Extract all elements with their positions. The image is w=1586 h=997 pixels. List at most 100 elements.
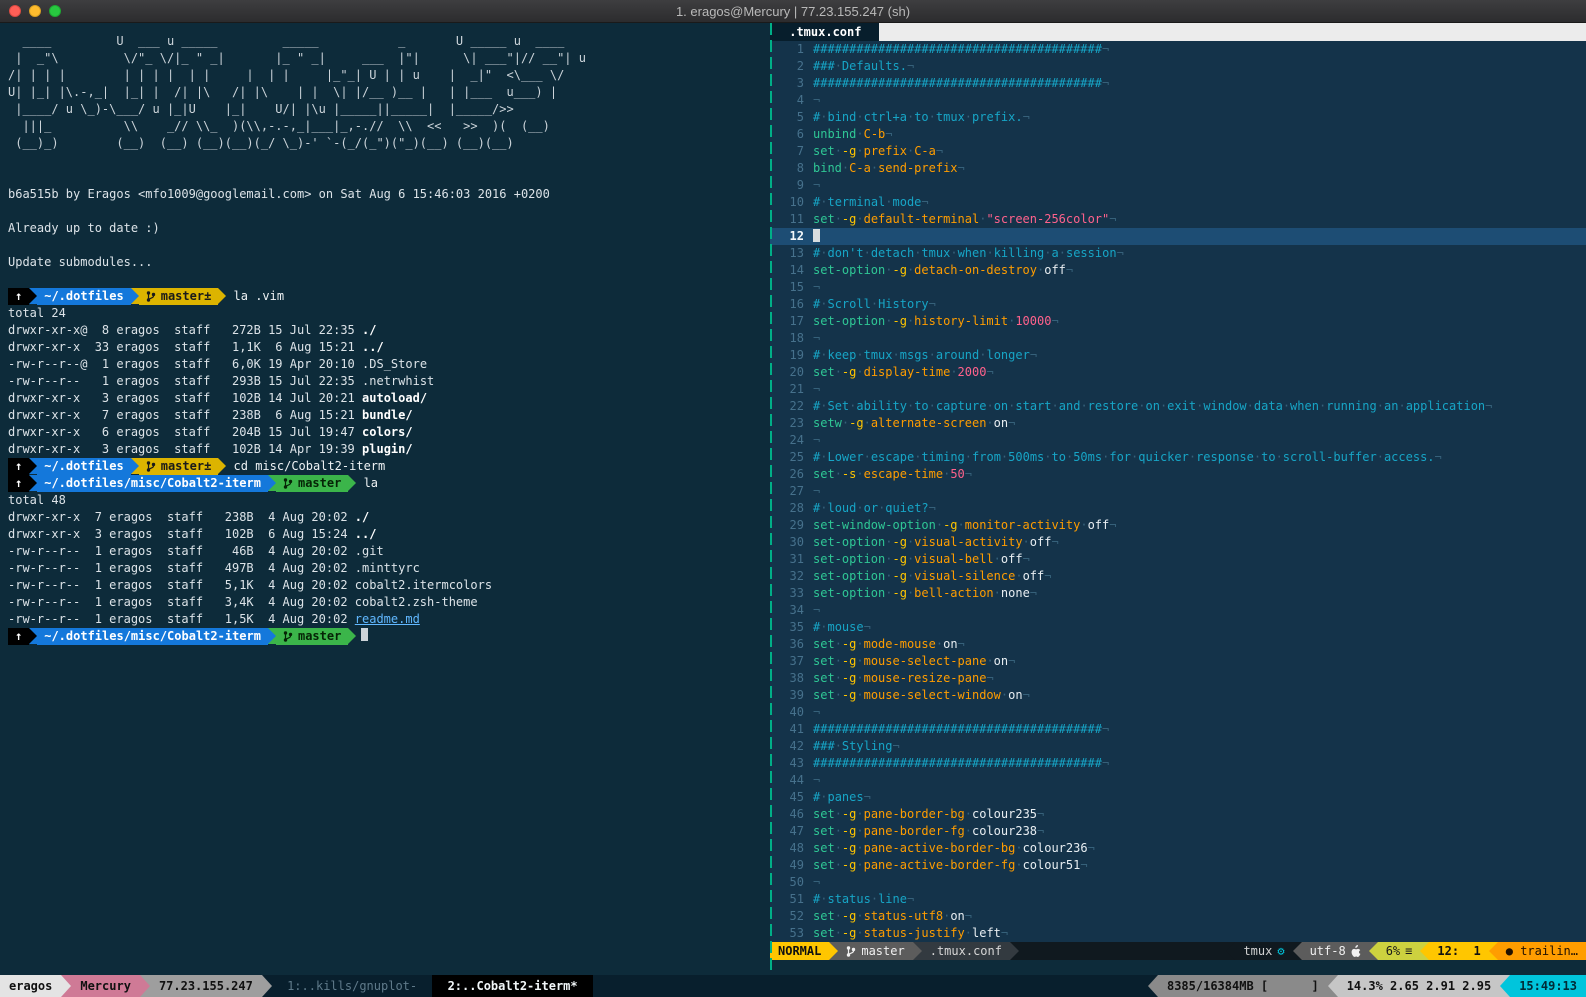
eol-marker: ¬ (1008, 416, 1015, 430)
shell-row: U| |_| |\.-,_| |_| | /| |\ /| |\ | | \| … (8, 84, 770, 101)
line-number: 2 (770, 58, 813, 75)
shell-row (8, 152, 770, 169)
prompt-segment: ↑ (8, 628, 29, 645)
vim-line-text: ¬ (813, 279, 820, 296)
vim-line: 21¬ (770, 381, 1586, 398)
vim-token: ### (813, 59, 835, 73)
vim-token: · (864, 246, 871, 260)
vim-token: · (1015, 858, 1022, 872)
vim-tab-label[interactable]: .tmux.conf (770, 23, 879, 41)
vim-token: display-time (864, 365, 951, 379)
vim-token: from (972, 450, 1001, 464)
shell-text: drwxr-xr-x@ 8 eragos staff 272B 15 Jul 2… (8, 323, 362, 337)
vim-line-text: ########################################… (813, 75, 1109, 92)
vim-token: · (950, 365, 957, 379)
file-link[interactable]: readme.md (355, 612, 420, 626)
vim-line-text: #·Lower·escape·timing·from·500ms·to·50ms… (813, 449, 1442, 466)
vim-token: · (835, 654, 842, 668)
vim-pane[interactable]: .tmux.conf 1############################… (770, 23, 1586, 975)
shell-text: U| |_| |\.-,_| |_| | /| |\ /| |\ | | \| … (8, 85, 557, 99)
vim-line: 41######################################… (770, 721, 1586, 738)
vim-token: set (813, 467, 835, 481)
vim-token: set-window-option (813, 518, 936, 532)
vim-line-text: #·don't·detach·tmux·when·killing·a·sessi… (813, 245, 1124, 262)
vim-token: · (835, 858, 842, 872)
shell-text: b6a515b by Eragos <mfo1009@googlemail.co… (8, 187, 550, 201)
tmux-status-segment: 15:49:13 (1510, 975, 1586, 997)
vim-token: window (1203, 399, 1246, 413)
vim-token: Scroll (827, 297, 870, 311)
vim-token: · (929, 399, 936, 413)
prompt-segment-label: ↑ (15, 628, 22, 645)
vim-token: · (856, 824, 863, 838)
vim-token: "screen-256color" (986, 212, 1109, 226)
line-number: 3 (770, 75, 813, 92)
vim-token: Set (827, 399, 849, 413)
eol-marker: ¬ (958, 637, 965, 651)
vim-line: 44¬ (770, 772, 1586, 789)
vim-line: 17set-option·-g·history-limit·10000¬ (770, 313, 1586, 330)
vim-line: 53set·-g·status-justify·left¬ (770, 925, 1586, 942)
powerline-arrow (29, 458, 37, 474)
shell-row: total 48 (8, 492, 770, 509)
vim-line-text: ########################################… (813, 41, 1109, 58)
vim-line: 43######################################… (770, 755, 1586, 772)
vim-token: · (1044, 246, 1051, 260)
vim-token: · (835, 365, 842, 379)
vim-token: setw (813, 416, 842, 430)
vim-token: -g (849, 416, 863, 430)
vim-token: -g (892, 586, 906, 600)
shell-prompt-row: ↑~/.dotfilesmaster± cd misc/Cobalt2-iter… (8, 458, 770, 475)
line-number: 11 (770, 211, 813, 228)
prompt-segment-label: ~/.dotfiles (44, 458, 123, 475)
shell-text: .DS_Store (362, 357, 427, 371)
shell-text: drwxr-xr-x 33 eragos staff 1,1K 6 Aug 15… (8, 340, 362, 354)
statusline-segment: NORMAL (770, 942, 829, 960)
vim-token: send-prefix (878, 161, 957, 175)
vim-token: colour236 (1023, 841, 1088, 855)
statusline-segment: 6%≡ (1378, 942, 1421, 960)
tmux-window[interactable]: 1:..kills/gnuplot- (272, 975, 433, 997)
vim-token: set (813, 637, 835, 651)
shell-pane[interactable]: ____ U ___ u _____ _____ _ U _____ u ___… (0, 23, 770, 975)
vim-line-text: set·-g·default-terminal·"screen-256color… (813, 211, 1117, 228)
shell-text: -rw-r--r-- 1 eragos staff 46B 4 Aug 20:0… (8, 544, 355, 558)
vim-token: pane-border-fg (864, 824, 965, 838)
vim-line-text: set·-g·status-justify·left¬ (813, 925, 1008, 942)
vim-token: ######################################## (813, 722, 1102, 736)
statusline-label: ● trailin… (1506, 942, 1578, 960)
shell-text: | _"\ \/"_ \/|_ " _| |_ " _| ___ |"| \| … (8, 51, 586, 65)
vim-line-text: setw·-g·alternate-screen·on¬ (813, 415, 1015, 432)
eol-marker: ¬ (813, 705, 820, 719)
vim-line-text: #·bind·ctrl+a·to·tmux·prefix.¬ (813, 109, 1030, 126)
shell-row: drwxr-xr-x 3 eragos staff 102B 6 Aug 15:… (8, 526, 770, 543)
vim-token: access. (1384, 450, 1435, 464)
vim-token: on (994, 654, 1008, 668)
shell-row: |||_ \\ _// \\_ )(\\,-.-,_|___|_,-.// \\… (8, 118, 770, 135)
vim-line: 35#·mouse¬ (770, 619, 1586, 636)
tmux-window-active[interactable]: 2:..Cobalt2-iterm* (432, 975, 593, 997)
vim-line: 11set·-g·default-terminal·"screen-256col… (770, 211, 1586, 228)
vim-token: · (871, 161, 878, 175)
vim-token: · (1059, 246, 1066, 260)
vim-line: 15¬ (770, 279, 1586, 296)
powerline-arrow (1369, 942, 1378, 960)
line-number: 37 (770, 653, 813, 670)
shell-text: ../ (355, 527, 377, 541)
vim-token: ######################################## (813, 756, 1102, 770)
vim-token: visual-activity (914, 535, 1022, 549)
minimize-icon[interactable] (29, 5, 41, 17)
line-number: 47 (770, 823, 813, 840)
line-number: 1 (770, 41, 813, 58)
line-number: 30 (770, 534, 813, 551)
shell-text: cobalt2.itermcolors (355, 578, 492, 592)
eol-marker: ¬ (1030, 586, 1037, 600)
zoom-icon[interactable] (49, 5, 61, 17)
vim-token: tmux (864, 348, 893, 362)
vim-buffer[interactable]: 1#######################################… (770, 41, 1586, 942)
powerline-arrow (131, 458, 139, 474)
line-number: 17 (770, 313, 813, 330)
close-icon[interactable] (9, 5, 21, 17)
vim-line: 52set·-g·status-utf8·on¬ (770, 908, 1586, 925)
eol-marker: ¬ (986, 365, 993, 379)
